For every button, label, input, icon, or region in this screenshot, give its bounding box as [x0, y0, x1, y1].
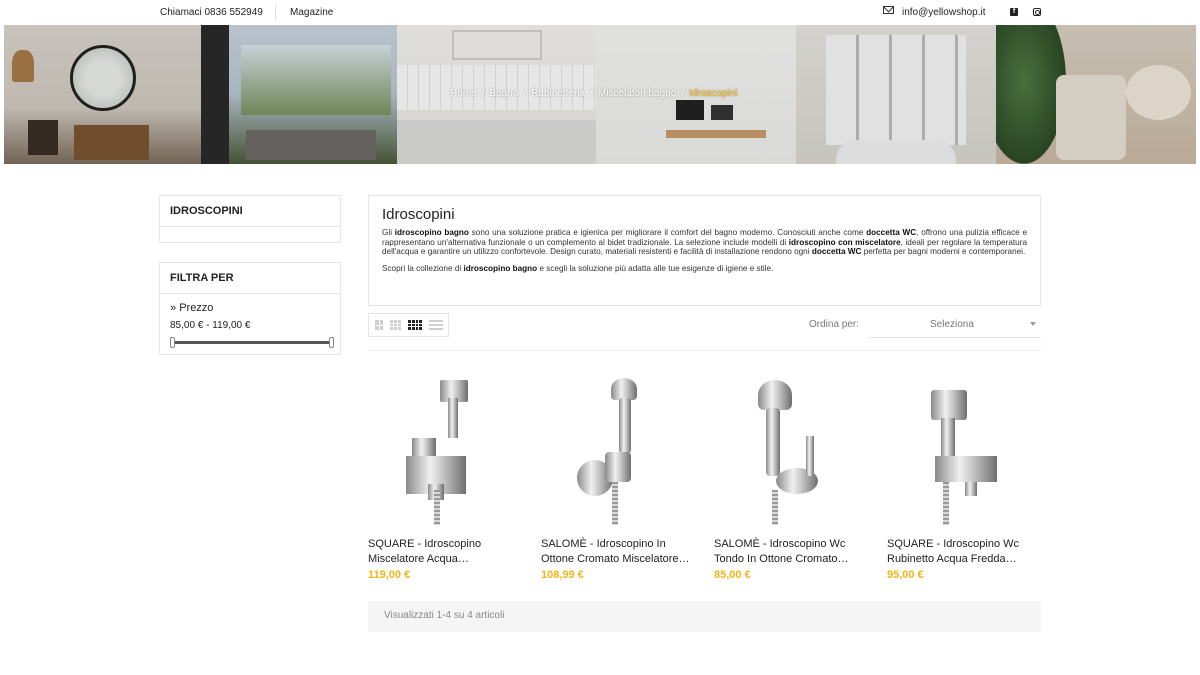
phone-link[interactable]: Chiamaci 0836 552949 — [160, 7, 263, 18]
price-range-value: 85,00 € - 119,00 € — [170, 320, 251, 331]
list-icon[interactable] — [429, 320, 443, 330]
product-card[interactable]: SQUARE - Idroscopino Wc Rubinetto Acqua … — [887, 372, 1042, 581]
grid-2-icon[interactable] — [375, 320, 383, 330]
topbar-divider — [275, 5, 276, 20]
description-paragraph-1: Gli idroscopino bagno sono una soluzione… — [382, 228, 1028, 257]
product-image[interactable] — [368, 372, 523, 525]
sort-label: Ordina per: — [809, 319, 860, 330]
email-link[interactable]: info@yellowshop.it — [902, 7, 986, 18]
product-card[interactable]: SALOMÈ - Idroscopino In Ottone Cromato M… — [541, 372, 696, 581]
page-title: Idroscopini — [382, 206, 455, 223]
product-name[interactable]: SALOMÈ - Idroscopino Wc Tondo In Ottone … — [714, 537, 869, 567]
product-price: 108,99 € — [541, 569, 584, 581]
price-slider-max-handle[interactable] — [329, 337, 334, 348]
product-price: 85,00 € — [714, 569, 751, 581]
description-paragraph-2: Scopri la collezione di idroscopino bagn… — [382, 264, 774, 274]
mail-icon — [883, 6, 894, 14]
toolbar-divider — [368, 350, 1041, 351]
price-filter-label[interactable]: » Prezzo — [170, 302, 213, 314]
product-image[interactable] — [541, 372, 696, 525]
product-image[interactable] — [714, 372, 869, 525]
breadcrumb-bagno[interactable]: Bagno — [489, 88, 518, 99]
price-filter-text: Prezzo — [179, 302, 214, 314]
filter-block: FILTRA PER » Prezzo 85,00 € - 119,00 € — [159, 262, 341, 355]
breadcrumb-current: Idroscopini — [689, 88, 738, 99]
sort-select[interactable]: Seleziona — [868, 316, 1041, 338]
grid-3-icon[interactable] — [390, 320, 401, 330]
breadcrumb-rubinetteria[interactable]: Rubinetteria — [531, 88, 585, 99]
product-price: 95,00 € — [887, 569, 924, 581]
breadcrumb: Home / Bagno / Rubinetteria / Miscelatori bagn… — [450, 88, 738, 99]
grid-4-icon[interactable] — [408, 320, 422, 330]
view-switcher — [368, 313, 449, 337]
product-price: 119,00 € — [368, 569, 411, 581]
price-slider-min-handle[interactable] — [170, 337, 175, 348]
double-chevron-right-icon: » — [170, 302, 177, 314]
breadcrumb-miscelatori[interactable]: Miscelatori bagno — [598, 88, 676, 99]
product-name[interactable]: SQUARE - Idroscopino Miscelatore Acqua… — [368, 537, 523, 567]
magazine-link[interactable]: Magazine — [290, 7, 333, 18]
pagination-summary-text: Visualizzati 1-4 su 4 articoli — [384, 610, 505, 621]
facebook-icon[interactable]: f — [1010, 8, 1018, 16]
category-description: Idroscopini Gli idroscopino bagno sono u… — [368, 195, 1041, 306]
breadcrumb-home[interactable]: Home — [450, 88, 477, 99]
category-title[interactable]: IDROSCOPINI — [160, 196, 340, 227]
product-card[interactable]: SALOMÈ - Idroscopino Wc Tondo In Ottone … — [714, 372, 869, 581]
product-name[interactable]: SQUARE - Idroscopino Wc Rubinetto Acqua … — [887, 537, 1042, 567]
pagination-summary: Visualizzati 1-4 su 4 articoli — [368, 601, 1041, 632]
category-block: IDROSCOPINI — [159, 195, 341, 243]
top-bar: Chiamaci 0836 552949 Magazine info@yello… — [0, 0, 1200, 25]
instagram-icon[interactable] — [1033, 8, 1041, 16]
product-image[interactable] — [887, 372, 1042, 525]
sort-select-value: Seleziona — [930, 319, 974, 330]
chevron-down-icon — [1030, 322, 1036, 326]
filter-title: FILTRA PER — [160, 263, 340, 294]
price-slider-track[interactable] — [172, 341, 332, 344]
product-card[interactable]: SQUARE - Idroscopino Miscelatore Acqua… … — [368, 372, 523, 581]
product-name[interactable]: SALOMÈ - Idroscopino In Ottone Cromato M… — [541, 537, 696, 567]
